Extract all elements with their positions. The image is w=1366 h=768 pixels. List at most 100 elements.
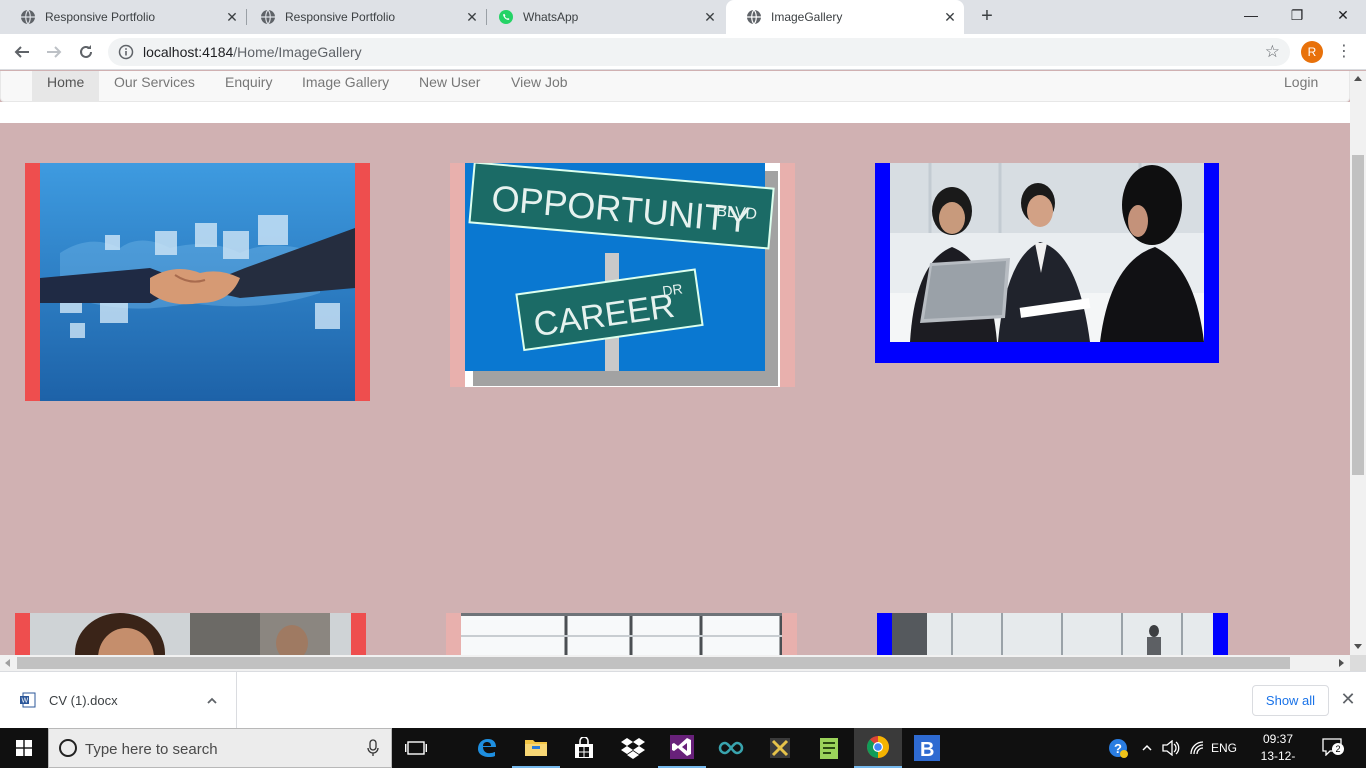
visual-studio-icon — [670, 735, 694, 759]
close-window-button[interactable]: ✕ — [1320, 0, 1366, 30]
help-question-icon: ? — [1109, 739, 1128, 758]
browser-tab[interactable]: WhatsApp ✕ — [478, 0, 724, 34]
browser-tab[interactable]: Responsive Portfolio ✕ — [0, 0, 246, 34]
download-bar: W CV (1).docx Show all ✕ — [0, 671, 1366, 729]
show-hidden-icons-button[interactable] — [1138, 728, 1156, 768]
page-viewport: Home Our Services Enquiry Image Gallery … — [0, 71, 1350, 655]
scroll-right-arrow-icon[interactable] — [1339, 659, 1344, 667]
action-center-button[interactable]: 2 — [1322, 738, 1344, 757]
blue-b-app-taskbar-button[interactable]: B — [903, 728, 951, 768]
download-item[interactable]: W CV (1).docx — [0, 672, 237, 729]
new-tab-button[interactable]: + — [976, 6, 998, 28]
chrome-icon — [867, 736, 889, 758]
edge-taskbar-button[interactable] — [463, 728, 511, 768]
arduino-taskbar-button[interactable] — [707, 728, 755, 768]
nav-login[interactable]: Login — [1284, 71, 1318, 103]
close-tab-icon[interactable]: ✕ — [702, 9, 718, 25]
browser-tab-strip: Responsive Portfolio ✕ Responsive Portfo… — [0, 0, 1366, 34]
gallery-image-career-signs[interactable]: OPPORTUNITY BLVD CAREER DR — [450, 163, 795, 387]
forward-button[interactable] — [42, 40, 66, 64]
taskbar-search-box[interactable]: Type here to search — [48, 728, 392, 768]
forward-arrow-icon — [47, 46, 62, 58]
horizontal-scrollbar[interactable] — [0, 655, 1350, 671]
tools-taskbar-button[interactable] — [756, 728, 804, 768]
url-text: localhost:4184/Home/ImageGallery — [143, 44, 362, 60]
dropbox-icon — [621, 738, 645, 759]
business-meeting-photo — [890, 163, 1204, 342]
menu-kebab-icon[interactable]: ⋮ — [1336, 42, 1352, 62]
store-taskbar-button[interactable] — [560, 728, 608, 768]
url-path: /Home/ImageGallery — [233, 44, 362, 60]
nav-image-gallery[interactable]: Image Gallery — [302, 71, 389, 103]
restore-button[interactable]: ❐ — [1274, 0, 1320, 30]
url-host: localhost:4184 — [143, 44, 234, 60]
site-navbar: Home Our Services Enquiry Image Gallery … — [0, 71, 1350, 103]
nav-home[interactable]: Home — [32, 71, 99, 103]
task-view-icon — [405, 741, 427, 755]
reload-button[interactable] — [74, 40, 98, 64]
globe-icon — [747, 9, 761, 25]
vertical-scrollbar[interactable] — [1350, 71, 1366, 655]
scroll-left-arrow-icon[interactable] — [5, 659, 10, 667]
nav-our-services[interactable]: Our Services — [114, 71, 195, 103]
info-icon[interactable] — [118, 44, 134, 60]
microphone-icon[interactable] — [367, 739, 379, 757]
language-indicator[interactable]: ENG — [1210, 728, 1238, 768]
clock-date: 13-12-2020 — [1260, 749, 1296, 768]
gallery-image-handshake[interactable] — [25, 163, 370, 401]
browser-tab-active[interactable]: ImageGallery ✕ — [726, 0, 964, 34]
help-tray-button[interactable]: ? — [1106, 728, 1130, 768]
browser-tab[interactable]: Responsive Portfolio ✕ — [240, 0, 486, 34]
notepad-taskbar-button[interactable] — [805, 728, 853, 768]
tab-title: Responsive Portfolio — [285, 10, 396, 24]
edge-icon — [478, 739, 496, 757]
visual-studio-taskbar-button[interactable] — [658, 728, 706, 768]
b-app-icon: B — [914, 735, 940, 761]
gallery-image-businesswoman[interactable] — [15, 613, 366, 655]
gallery-image-business-meeting[interactable] — [875, 163, 1219, 363]
file-explorer-taskbar-button[interactable] — [512, 728, 560, 768]
speaker-icon — [1162, 740, 1180, 756]
vertical-scroll-thumb[interactable] — [1352, 155, 1364, 475]
scroll-up-arrow-icon[interactable] — [1354, 76, 1362, 81]
minimize-button[interactable]: — — [1228, 0, 1274, 30]
scrollbar-corner — [1350, 655, 1366, 671]
search-placeholder: Type here to search — [85, 741, 218, 758]
bookmark-star-icon[interactable]: ☆ — [1265, 42, 1280, 62]
notepad-icon — [820, 738, 838, 759]
wifi-tray-button[interactable] — [1186, 728, 1208, 768]
close-tab-icon[interactable]: ✕ — [224, 9, 240, 25]
volume-tray-button[interactable] — [1160, 728, 1182, 768]
globe-icon — [261, 9, 275, 25]
browser-toolbar: localhost:4184/Home/ImageGallery ☆ R ⋮ — [0, 34, 1366, 70]
system-clock[interactable]: 09:37 13-12-2020 — [1248, 731, 1308, 768]
chrome-taskbar-button[interactable] — [854, 728, 902, 768]
folder-icon — [525, 740, 547, 756]
show-all-button[interactable]: Show all — [1252, 685, 1329, 716]
reload-icon — [80, 45, 92, 58]
gallery-image-office-interior[interactable] — [877, 613, 1228, 655]
gallery-image-office-windows[interactable] — [446, 613, 797, 655]
scroll-down-arrow-icon[interactable] — [1354, 644, 1362, 649]
close-tab-icon[interactable]: ✕ — [942, 9, 958, 25]
nav-view-job[interactable]: View Job — [511, 71, 568, 103]
profile-avatar[interactable]: R — [1301, 41, 1323, 63]
task-view-button[interactable] — [392, 728, 440, 768]
globe-icon — [21, 9, 35, 25]
cortana-circle-icon — [59, 739, 77, 757]
nav-enquiry[interactable]: Enquiry — [225, 71, 272, 103]
address-bar[interactable]: localhost:4184/Home/ImageGallery ☆ — [108, 38, 1290, 66]
dropbox-taskbar-button[interactable] — [609, 728, 657, 768]
back-button[interactable] — [10, 40, 34, 64]
tab-title: ImageGallery — [771, 10, 843, 24]
start-button[interactable] — [0, 728, 48, 768]
chevron-up-icon[interactable] — [206, 695, 218, 707]
career-signs-photo: OPPORTUNITY BLVD CAREER DR — [465, 163, 778, 386]
nav-spacer — [0, 102, 1350, 123]
nav-new-user[interactable]: New User — [419, 71, 480, 103]
horizontal-scroll-thumb[interactable] — [17, 657, 1290, 669]
tab-title: WhatsApp — [523, 10, 579, 24]
close-download-bar-icon[interactable]: ✕ — [1339, 689, 1357, 711]
whatsapp-icon — [499, 10, 513, 24]
clock-time: 09:37 — [1262, 732, 1294, 746]
